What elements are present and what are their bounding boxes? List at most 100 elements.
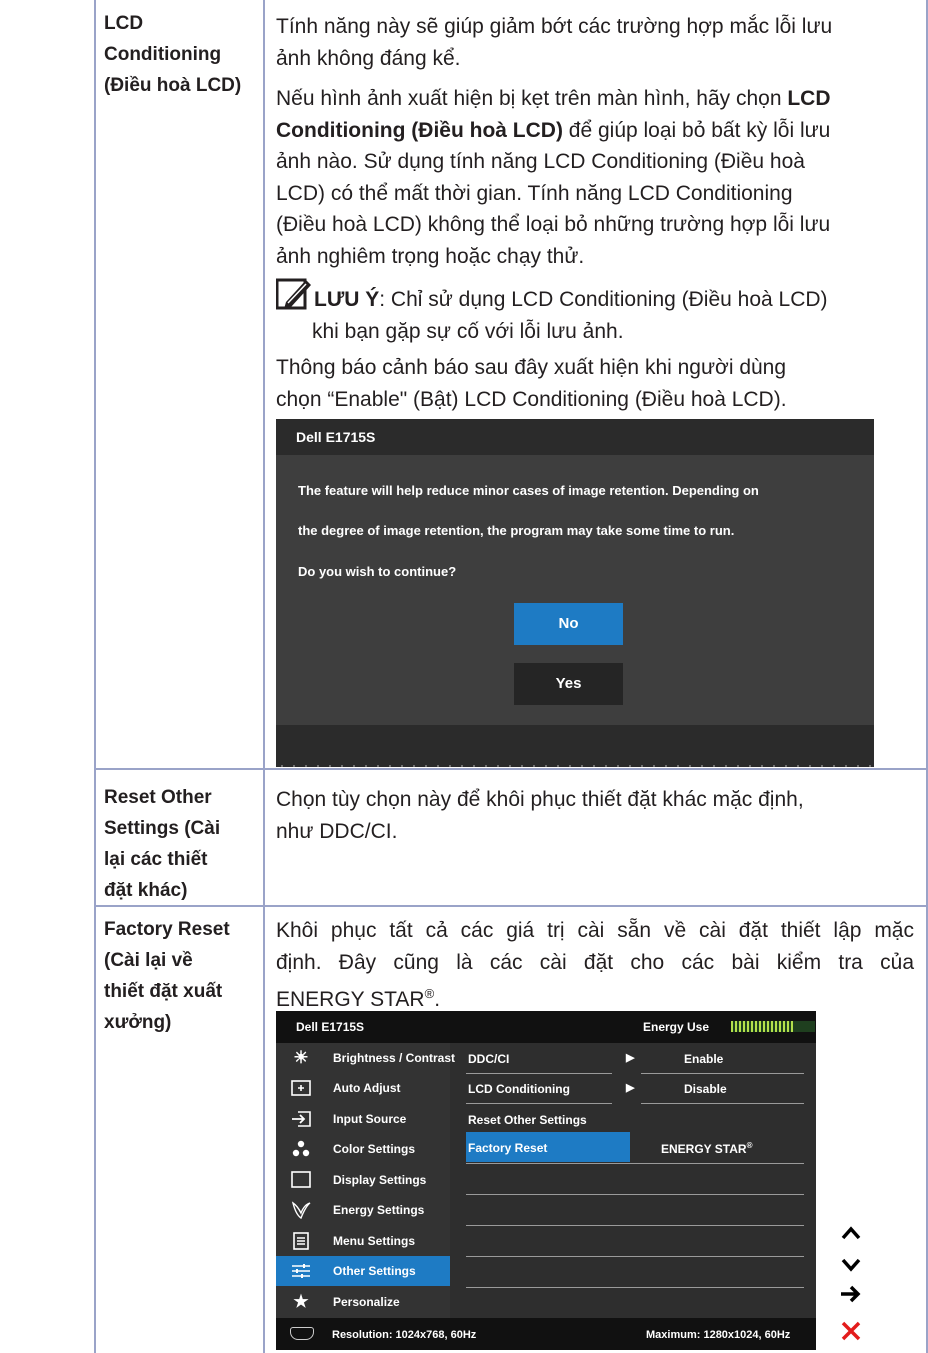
paragraph-line: ENERGY STAR®. (276, 978, 914, 1016)
label-line: thiết đặt xuất (104, 981, 223, 1002)
label-line: xưởng) (104, 1012, 172, 1033)
empty-row-line (466, 1225, 804, 1226)
empty-row-line (466, 1194, 804, 1195)
text-span: ENERGY STAR (276, 988, 425, 1011)
label-line: Factory Reset (104, 919, 230, 940)
dialog-question: Do you wish to continue? (298, 564, 457, 579)
menu-item-energy-settings[interactable]: Energy Settings (276, 1195, 450, 1225)
down-icon[interactable] (838, 1251, 864, 1277)
paragraph-line: Conditioning (Điều hoà LCD) để giúp loại… (276, 115, 914, 147)
dotted-separator (276, 765, 874, 767)
menu-item-label: Auto Adjust (333, 1081, 401, 1095)
menu-item-label: Brightness / Contrast (333, 1051, 456, 1065)
paragraph-line: Thông báo cảnh báo sau đây xuất hiện khi… (276, 356, 787, 379)
label-line: đặt khác) (104, 880, 188, 901)
input-source-icon (290, 1109, 312, 1129)
row-divider-1 (94, 768, 928, 770)
menu-item-label: Display Settings (333, 1173, 427, 1187)
menu-item-label: Other Settings (333, 1264, 416, 1278)
label-line: Settings (Cài (104, 818, 221, 839)
brightness-icon: ☀ (293, 1048, 309, 1067)
menu-item-label: Menu Settings (333, 1234, 416, 1248)
note-text: : Chỉ sử dụng LCD Conditioning (Điều hoà… (379, 288, 828, 311)
option-lcd-conditioning[interactable]: LCD Conditioning ▶ Disable (466, 1073, 804, 1103)
vga-connector-icon (290, 1327, 314, 1340)
submenu-arrow-icon: ▶ (626, 1082, 635, 1094)
option-value: Enable (684, 1052, 724, 1066)
menu-item-label: Energy Settings (333, 1203, 425, 1217)
paragraph-line: ảnh không đáng kể. (276, 46, 461, 70)
menu-item-input-source[interactable]: Input Source (276, 1104, 450, 1134)
paragraph-line: ảnh nào. Sử dụng tính năng LCD Condition… (276, 150, 805, 173)
option-label: Reset Other Settings (468, 1113, 587, 1127)
dialog-title: Dell E1715S (276, 419, 874, 455)
osd-header: Dell E1715S Energy Use (276, 1011, 816, 1043)
row-body-lcd-detail: Nếu hình ảnh xuất hiện bị kẹt trên màn h… (276, 83, 914, 272)
text-span: Nếu hình ảnh xuất hiện bị kẹt trên màn h… (276, 87, 788, 110)
paragraph-line: LCD) có thể mất thời gian. Tính năng LCD… (276, 181, 793, 205)
empty-row-line (466, 1256, 804, 1257)
table-border-left (94, 0, 96, 1353)
row-label-factory-reset: Factory Reset (Cài lại về thiết đặt xuất… (104, 914, 254, 1038)
energy-use-label: Energy Use (643, 1020, 710, 1034)
row-body-reset-other-settings: Chọn tùy chọn này để khôi phục thiết đặt… (276, 784, 914, 847)
osd-title: Dell E1715S (296, 1020, 365, 1034)
option-value: ENERGY STAR® (661, 1141, 752, 1156)
label-line: (Điều hoà LCD) (104, 75, 242, 96)
paragraph-line: ảnh nghiêm trọng hoặc chạy thử. (276, 244, 585, 268)
energy-use-meter-fill (731, 1021, 794, 1032)
menu-item-brightness-contrast[interactable]: ☀ Brightness / Contrast (276, 1043, 455, 1073)
option-ddc-ci[interactable]: DDC/CI ▶ Enable (466, 1043, 804, 1073)
bold-span: Conditioning (Điều hoà LCD) (276, 118, 563, 142)
enter-icon[interactable] (838, 1281, 864, 1307)
warning-dialog: Dell E1715S The feature will help reduce… (276, 419, 874, 767)
note-line: khi bạn gặp sự cố với lỗi lưu ảnh. (312, 319, 624, 343)
menu-item-auto-adjust[interactable]: Auto Adjust (276, 1073, 450, 1103)
option-reset-other-settings[interactable]: Reset Other Settings (466, 1104, 804, 1134)
dialog-message-line: The feature will help reduce minor cases… (298, 483, 759, 498)
menu-item-label: Personalize (333, 1295, 400, 1309)
other-settings-icon (290, 1261, 312, 1281)
option-factory-reset[interactable]: Factory Reset ENERGY STAR® (466, 1132, 804, 1162)
paragraph-line: (Điều hoà LCD) không thể loại bỏ những t… (276, 213, 831, 236)
paragraph-line: Chọn tùy chọn này để khôi phục thiết đặt… (276, 788, 804, 811)
label-line: LCD (104, 13, 144, 34)
paragraph-line: như DDC/CI. (276, 819, 398, 843)
menu-item-label: Input Source (333, 1112, 407, 1126)
dialog-message-line: the degree of image retention, the progr… (298, 523, 735, 538)
dialog-footer (276, 725, 874, 767)
note-line: LƯU Ý: Chỉ sử dụng LCD Conditioning (Điề… (276, 276, 914, 316)
registered-mark: ® (746, 1141, 753, 1150)
warning-intro: Thông báo cảnh báo sau đây xuất hiện khi… (276, 352, 914, 415)
note: LƯU Ý: Chỉ sử dụng LCD Conditioning (Điề… (276, 276, 914, 347)
label-line: Conditioning (104, 44, 222, 65)
option-value-text: ENERGY STAR (661, 1142, 747, 1156)
row-label-lcd-conditioning: LCD Conditioning (Điều hoà LCD) (104, 8, 254, 101)
option-label: LCD Conditioning (468, 1082, 570, 1096)
color-settings-icon (290, 1139, 312, 1159)
resolution-text: Resolution: 1024x768, 60Hz (332, 1329, 477, 1341)
submenu-arrow-icon: ▶ (626, 1052, 635, 1064)
paragraph-line: Nếu hình ảnh xuất hiện bị kẹt trên màn h… (276, 83, 914, 115)
menu-item-display-settings[interactable]: Display Settings (276, 1165, 450, 1195)
auto-adjust-icon (290, 1078, 312, 1098)
paragraph-line: chọn “Enable" (Bật) LCD Conditioning (Đi… (276, 387, 787, 411)
option-underline (466, 1163, 804, 1164)
exit-icon[interactable] (838, 1318, 864, 1344)
energy-use-meter (731, 1021, 815, 1032)
yes-button[interactable]: Yes (514, 663, 623, 705)
menu-item-other-settings[interactable]: Other Settings (276, 1256, 450, 1286)
menu-item-personalize[interactable]: ★ Personalize (276, 1287, 450, 1317)
menu-item-color-settings[interactable]: Color Settings (276, 1134, 450, 1164)
no-button[interactable]: No (514, 603, 623, 645)
row-label-reset-other-settings: Reset Other Settings (Cài lại các thiết … (104, 782, 254, 906)
personalize-icon: ★ (293, 1292, 309, 1311)
osd-menu: Dell E1715S Energy Use ☀ Brightness / Co… (276, 1011, 816, 1350)
menu-item-label: Color Settings (333, 1142, 416, 1156)
label-line: (Cài lại về (104, 950, 193, 971)
menu-item-menu-settings[interactable]: Menu Settings (276, 1226, 450, 1256)
text-span: . (434, 988, 441, 1011)
paragraph-line: Khôi phục tất cả các giá trị cài sẵn về … (276, 919, 914, 942)
up-icon[interactable] (838, 1221, 864, 1247)
table-border-middle (263, 0, 265, 1353)
